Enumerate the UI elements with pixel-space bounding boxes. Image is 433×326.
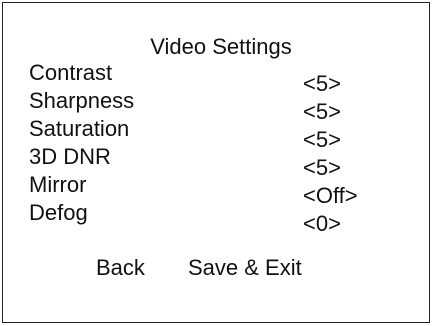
save-exit-button[interactable]: Save & Exit: [188, 255, 302, 281]
contrast-value[interactable]: <5>: [303, 71, 341, 97]
sharpness-value[interactable]: <5>: [303, 99, 341, 125]
saturation-label[interactable]: Saturation: [29, 116, 129, 142]
sharpness-label[interactable]: Sharpness: [29, 88, 134, 114]
menu-title: Video Settings: [150, 34, 292, 59]
back-button[interactable]: Back: [96, 255, 145, 281]
saturation-value[interactable]: <5>: [303, 127, 341, 153]
osd-menu-panel: Video Settings Contrast Sharpness Satura…: [2, 2, 430, 323]
mirror-value[interactable]: <Off>: [303, 183, 358, 209]
3d-dnr-label[interactable]: 3D DNR: [29, 144, 111, 170]
defog-label[interactable]: Defog: [29, 200, 88, 226]
mirror-label[interactable]: Mirror: [29, 172, 86, 198]
contrast-label[interactable]: Contrast: [29, 60, 112, 86]
3d-dnr-value[interactable]: <5>: [303, 155, 341, 181]
defog-value[interactable]: <0>: [303, 211, 341, 237]
